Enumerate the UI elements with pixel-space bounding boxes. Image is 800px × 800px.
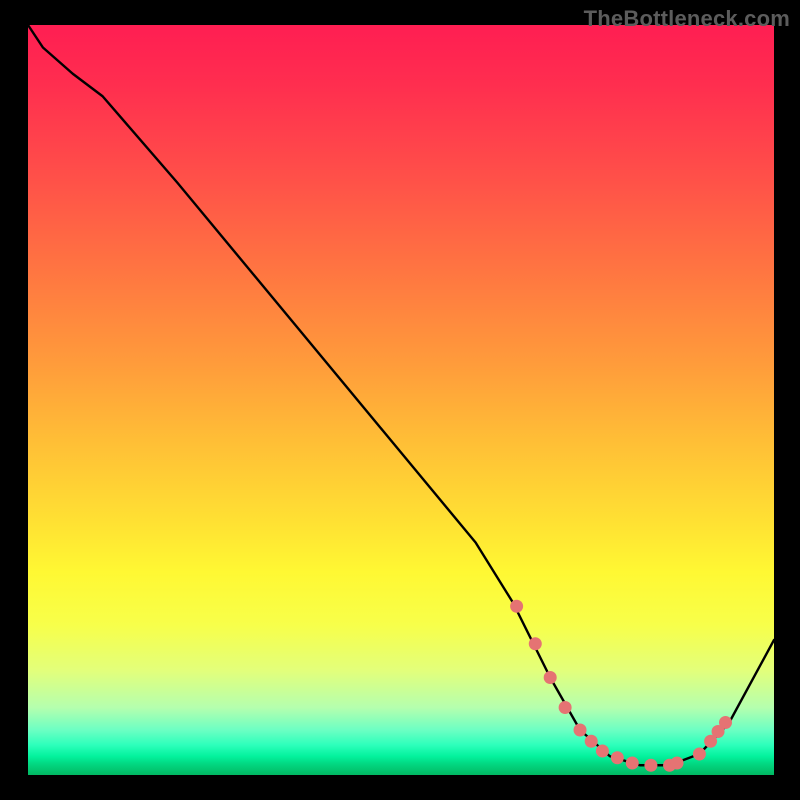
chart-marker-group [510,600,732,772]
chart-marker [671,757,684,770]
chart-marker [596,745,609,758]
chart-marker [559,701,572,714]
chart-plot-area [28,25,774,775]
chart-marker [611,751,624,764]
watermark-text: TheBottleneck.com [584,6,790,32]
chart-overlay-svg [28,25,774,775]
chart-marker [574,724,587,737]
chart-marker [693,748,706,761]
chart-marker [544,671,557,684]
chart-marker [626,757,639,770]
chart-marker [719,716,732,729]
chart-marker [644,759,657,772]
chart-marker [510,600,523,613]
chart-curve [28,25,774,765]
chart-marker [585,735,598,748]
chart-marker [529,637,542,650]
